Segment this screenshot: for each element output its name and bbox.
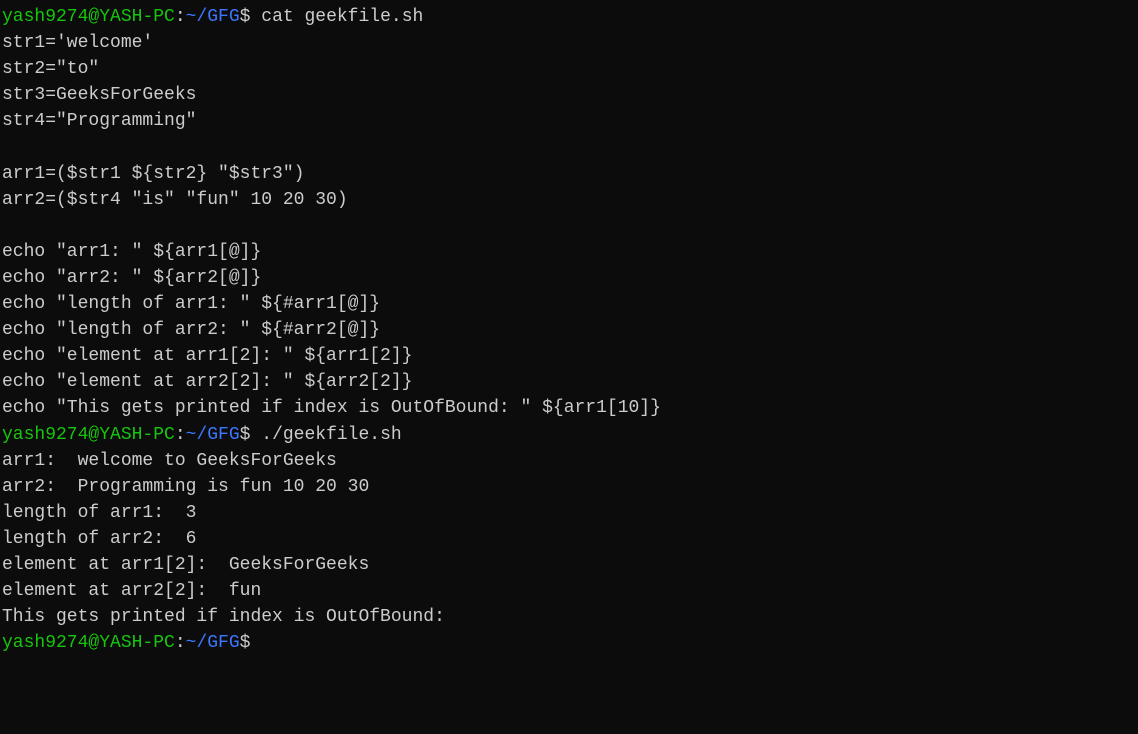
file-line: echo "length of arr2: " ${#arr2[@]} [2,317,1136,343]
prompt-dollar: $ [240,425,262,445]
prompt-line-1[interactable]: yash9274@YASH-PC:~/GFG$ cat geekfile.sh [2,4,1136,30]
prompt-user: yash9274@YASH-PC [2,633,175,653]
file-line: str4="Programming" [2,108,1136,134]
output-line: This gets printed if index is OutOfBound… [2,604,1136,630]
output-line: length of arr2: 6 [2,526,1136,552]
file-line: str2="to" [2,56,1136,82]
output-line: element at arr1[2]: GeeksForGeeks [2,552,1136,578]
file-line-blank [2,213,1136,239]
file-line: echo "length of arr1: " ${#arr1[@]} [2,291,1136,317]
file-line: str1='welcome' [2,30,1136,56]
output-line: length of arr1: 3 [2,500,1136,526]
prompt-colon: : [175,633,186,653]
prompt-dollar: $ [240,633,251,653]
prompt-line-2[interactable]: yash9274@YASH-PC:~/GFG$ ./geekfile.sh [2,422,1136,448]
output-line: arr2: Programming is fun 10 20 30 [2,474,1136,500]
file-line: echo "arr1: " ${arr1[@]} [2,239,1136,265]
file-line: echo "element at arr1[2]: " ${arr1[2]} [2,343,1136,369]
prompt-path: ~/GFG [186,425,240,445]
file-line-blank [2,134,1136,160]
prompt-dollar: $ [240,7,262,27]
prompt-colon: : [175,7,186,27]
file-line: str3=GeeksForGeeks [2,82,1136,108]
file-line: arr2=($str4 "is" "fun" 10 20 30) [2,187,1136,213]
command-cat: cat geekfile.sh [261,7,423,27]
file-line: echo "element at arr2[2]: " ${arr2[2]} [2,369,1136,395]
file-line: echo "This gets printed if index is OutO… [2,395,1136,421]
prompt-path: ~/GFG [186,7,240,27]
file-line: arr1=($str1 ${str2} "$str3") [2,161,1136,187]
prompt-line-3[interactable]: yash9274@YASH-PC:~/GFG$ [2,630,1136,656]
prompt-user: yash9274@YASH-PC [2,425,175,445]
prompt-path: ~/GFG [186,633,240,653]
output-line: element at arr2[2]: fun [2,578,1136,604]
output-line: arr1: welcome to GeeksForGeeks [2,448,1136,474]
prompt-colon: : [175,425,186,445]
file-line: echo "arr2: " ${arr2[@]} [2,265,1136,291]
command-run: ./geekfile.sh [261,425,401,445]
prompt-user: yash9274@YASH-PC [2,7,175,27]
